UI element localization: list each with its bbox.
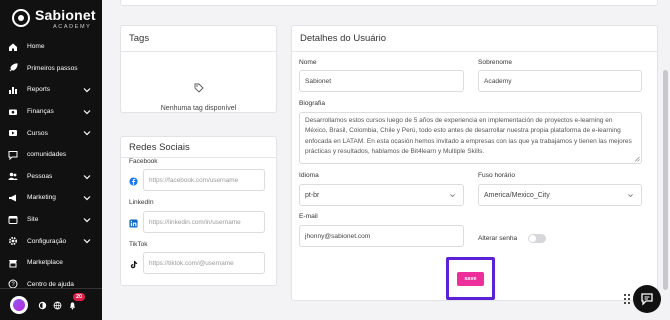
timezone-select[interactable]: America/Mexico_City (478, 184, 642, 206)
bio-text: Desarrollamos estos cursos luego de 5 añ… (305, 117, 632, 155)
save-button[interactable]: save (457, 272, 484, 286)
brand-subtitle: ACADEMY (53, 24, 92, 30)
theme-toggle-icon[interactable] (38, 301, 47, 310)
sidebar-item-label: Home (27, 43, 45, 51)
marketing-icon (8, 193, 18, 203)
sidebar-item-comunidades[interactable]: comunidades (0, 144, 102, 166)
chat-icon (641, 293, 653, 306)
name-input[interactable] (299, 70, 464, 92)
linkedin-input[interactable] (143, 211, 265, 233)
bio-label: Biografia (299, 100, 326, 107)
finance-icon (8, 107, 18, 117)
top-card (120, 0, 658, 6)
home-icon (8, 42, 18, 52)
social-title: Redes Sociais (129, 142, 190, 153)
sidebar-item-home[interactable]: Home (0, 36, 102, 58)
sidebar-item-primeiros-passos[interactable]: Primeiros passos (0, 58, 102, 80)
timezone-value: America/Mexico_City (484, 191, 550, 199)
language-select[interactable]: pt-br (299, 184, 464, 206)
people-icon (8, 171, 18, 181)
change-password-label: Alterar senha (478, 235, 518, 242)
sidebar-item-label: Pessoas (27, 172, 53, 180)
language-icon[interactable] (53, 301, 62, 310)
chat-support-button[interactable] (633, 285, 661, 313)
avatar[interactable] (10, 296, 28, 314)
facebook-icon (129, 177, 138, 186)
chevron-down-icon (83, 109, 91, 115)
sidebar-item-label: Cursos (27, 129, 48, 137)
sidebar-item-label: Marketing (27, 194, 56, 202)
email-label: E-mail (299, 213, 318, 220)
rocket-icon (8, 63, 18, 73)
tag-icon (194, 83, 204, 93)
sidebar-item-marketing[interactable]: Marketing (0, 187, 102, 209)
sidebar-item-label: Marketplace (27, 259, 63, 267)
brand-name: Sabionet (35, 7, 96, 23)
chevron-down-icon (83, 217, 91, 223)
courses-icon (8, 128, 18, 138)
chevron-down-icon (83, 174, 91, 179)
sidebar-item-label: Site (27, 216, 39, 224)
avatar-logo-icon (13, 299, 25, 311)
tiktok-label: TikTok (129, 241, 148, 248)
divider (121, 51, 276, 52)
sidebar-item-cursos[interactable]: Cursos (0, 122, 102, 144)
surname-input[interactable] (478, 70, 642, 92)
site-icon (8, 215, 18, 225)
linkedin-label: LinkedIn (129, 199, 154, 206)
divider (292, 51, 657, 52)
marketplace-icon (8, 258, 18, 268)
tags-title: Tags (129, 33, 150, 44)
tags-empty-text: Nenhuma tag disponível (160, 105, 237, 112)
sidebar-footer (0, 288, 102, 320)
chevron-down-icon (83, 88, 91, 93)
chevron-down-icon (83, 239, 91, 244)
tiktok-icon (130, 260, 138, 269)
chevron-down-icon (450, 194, 455, 198)
tags-card: Tags Nenhuma tag disponível (120, 25, 277, 113)
social-card: Redes Sociais Facebook LinkedIn TikTok (120, 136, 277, 286)
facebook-label: Facebook (129, 158, 158, 165)
bell-icon[interactable] (68, 301, 77, 310)
email-input[interactable] (299, 225, 464, 247)
notification-badge: 20 (73, 293, 86, 301)
settings-icon (8, 236, 18, 246)
reports-icon (8, 85, 18, 95)
sidebar-item-site[interactable]: Site (0, 209, 102, 231)
sidebar-item-label: comunidades (27, 151, 67, 159)
change-password-toggle[interactable] (528, 234, 546, 243)
logo-icon (12, 9, 30, 27)
sidebar-item-label: Configuração (27, 237, 67, 245)
chevron-down-icon (83, 131, 91, 136)
surname-label: Sobrenome (478, 59, 513, 66)
sidebar-item-pessoas[interactable]: Pessoas (0, 166, 102, 188)
chevron-down-icon (83, 196, 91, 201)
scrollbar-thumb[interactable] (663, 70, 668, 290)
sidebar-item-reports[interactable]: Reports (0, 79, 102, 101)
language-value: pt-br (305, 191, 320, 199)
sidebar-item-marketplace[interactable]: Marketplace (0, 252, 102, 274)
sidebar-item-financas[interactable]: Finanças (0, 101, 102, 123)
brand-logo[interactable]: Sabionet ACADEMY (12, 7, 96, 30)
sidebar-item-label: Primeiros passos (27, 64, 78, 72)
linkedin-icon (129, 219, 138, 228)
timezone-label: Fuso horário (478, 172, 516, 179)
tiktok-input[interactable] (143, 252, 265, 274)
sidebar-item-label: Finanças (27, 108, 54, 116)
sidebar: Sabionet ACADEMY Home Primeiros passos R… (0, 0, 102, 320)
bio-textarea[interactable]: Desarrollamos estos cursos luego de 5 añ… (299, 112, 642, 164)
sidebar-nav: Home Primeiros passos Reports Finanças C… (0, 36, 102, 295)
resize-handle-icon[interactable] (634, 156, 640, 162)
language-label: Idioma (299, 172, 319, 179)
facebook-input[interactable] (143, 169, 265, 191)
drag-handle-icon[interactable] (623, 293, 631, 305)
chat-icon (8, 150, 18, 160)
name-label: Nome (299, 59, 317, 66)
sidebar-item-label: Reports (27, 86, 51, 94)
sidebar-item-configuracao[interactable]: Configuração (0, 230, 102, 252)
chevron-down-icon (628, 194, 633, 198)
sidebar-item-label: Centro de ajuda (27, 280, 74, 288)
user-details-title: Detalhes do Usuário (300, 33, 387, 44)
scrollbar[interactable] (663, 0, 668, 320)
